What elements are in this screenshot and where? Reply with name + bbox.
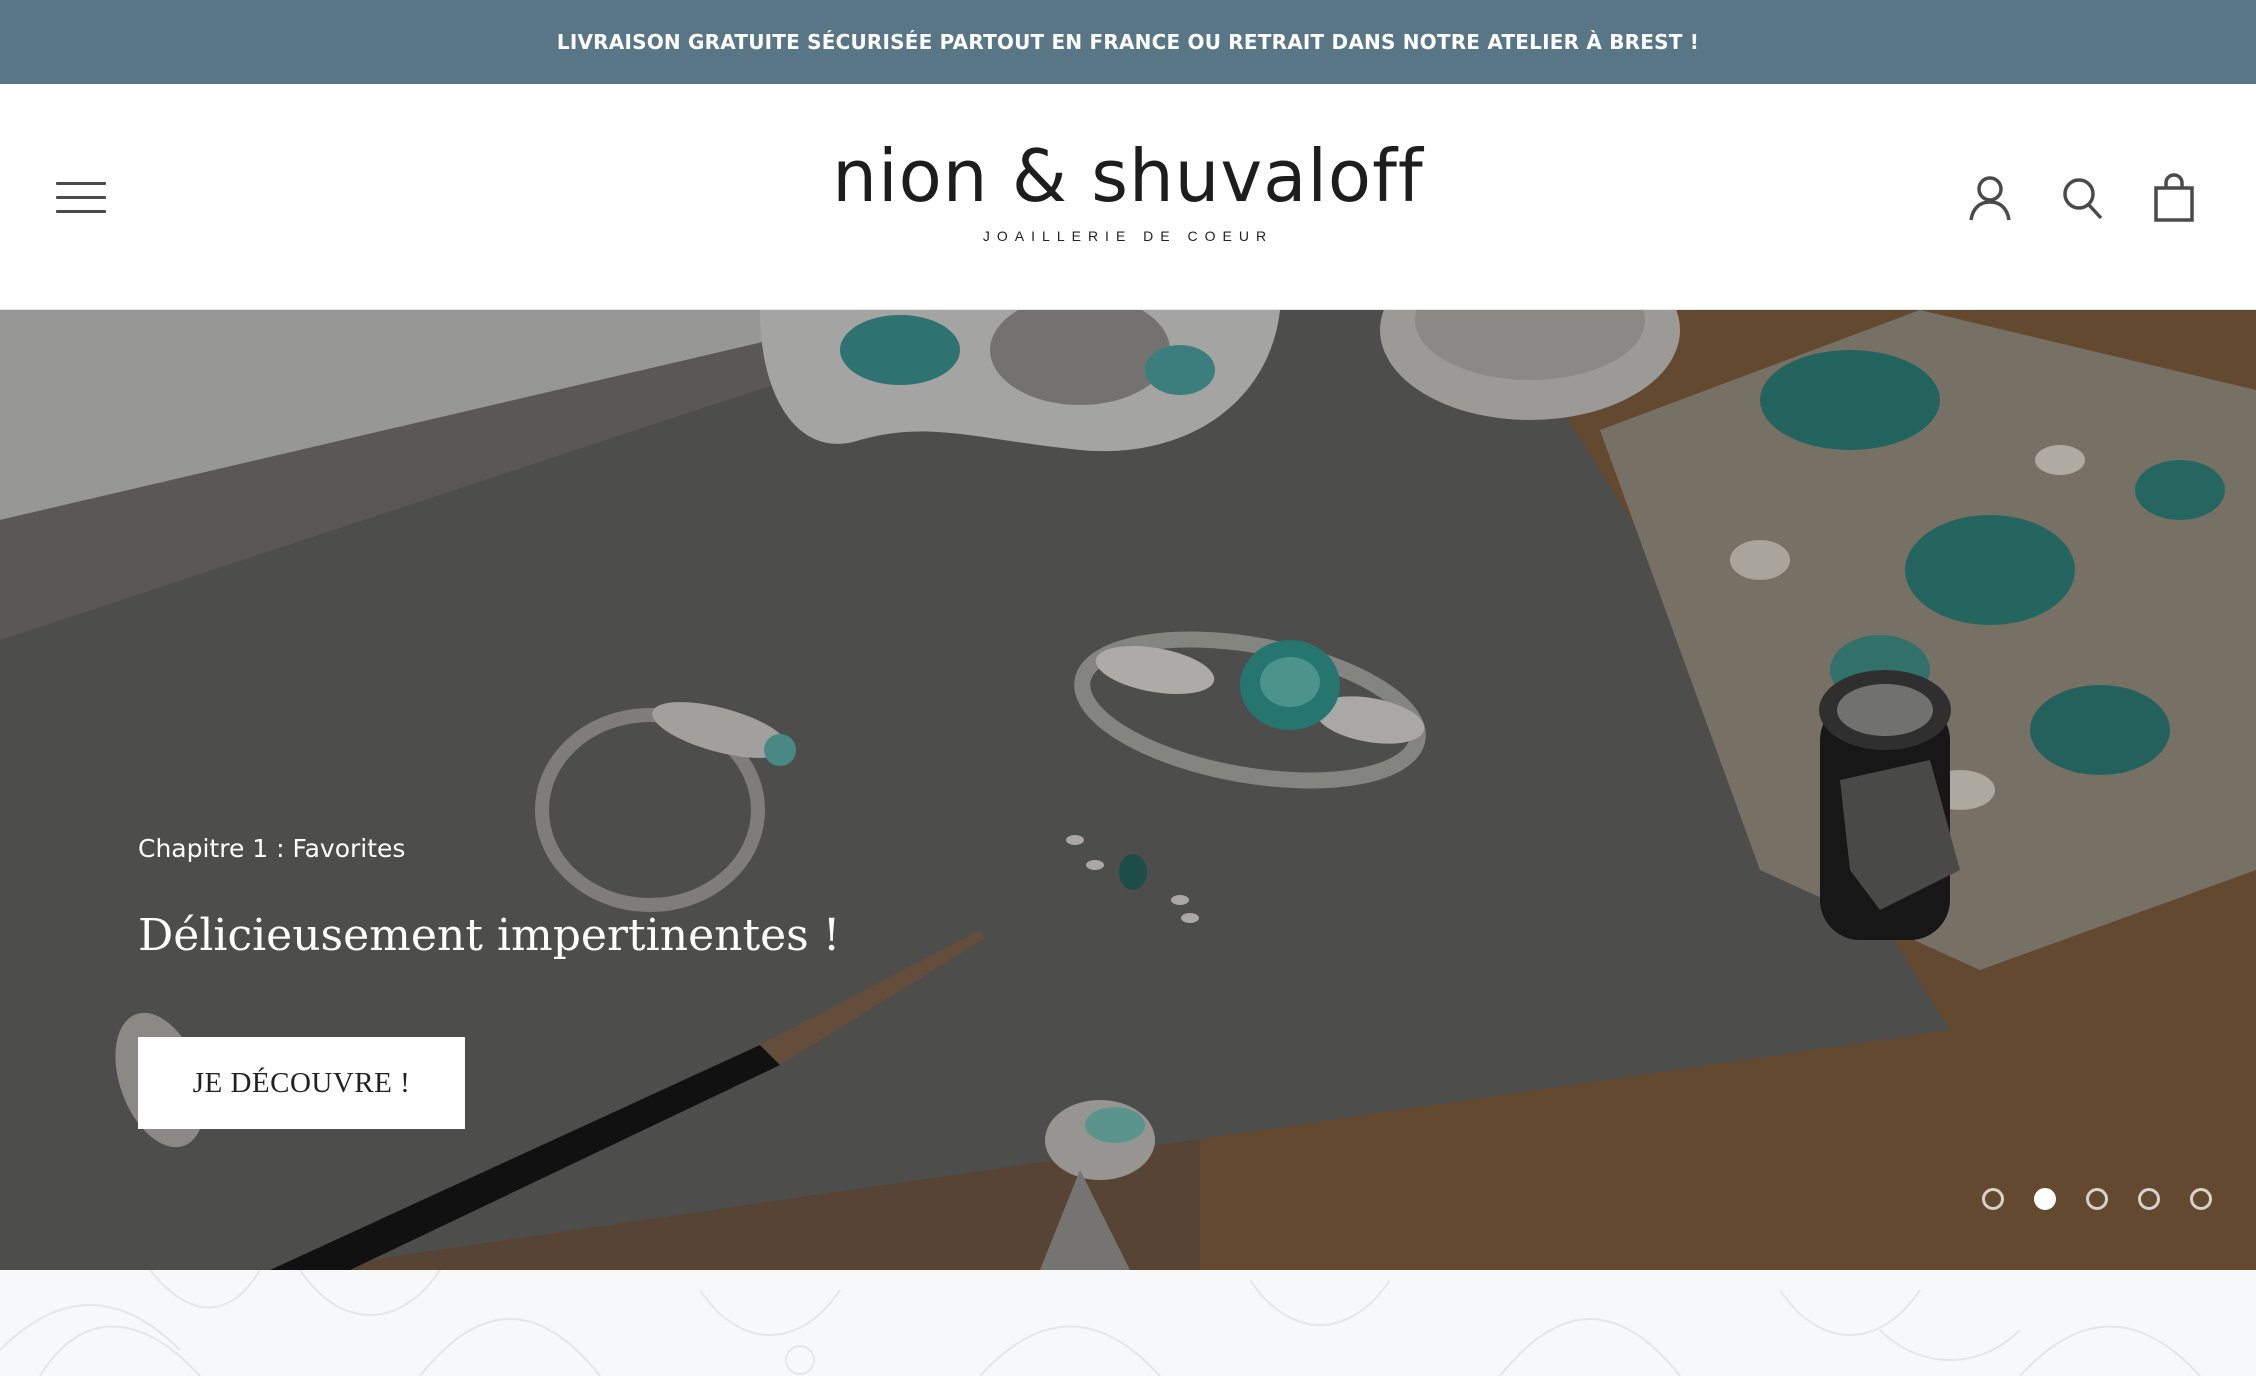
cart-button[interactable]	[2148, 170, 2200, 226]
slide-dot-4[interactable]	[2138, 1188, 2160, 1210]
announcement-bar: LIVRAISON GRATUITE SÉCURISÉE PARTOUT EN …	[0, 0, 2256, 84]
announcement-text: LIVRAISON GRATUITE SÉCURISÉE PARTOUT EN …	[556, 30, 1700, 54]
slideshow-pagination	[1982, 1188, 2212, 1210]
slide-dot-1[interactable]	[1982, 1188, 2004, 1210]
hero-subtitle: Chapitre 1 : Favorites	[138, 834, 406, 863]
site-logo[interactable]: nion & shuvaloff JOAILLERIE DE COEUR	[0, 140, 2256, 244]
discover-button[interactable]: JE DÉCOUVRE !	[138, 1037, 465, 1129]
logo-wordmark: nion & shuvaloff	[832, 134, 1424, 218]
hero-slideshow: Chapitre 1 : Favorites Délicieusement im…	[0, 310, 2256, 1270]
decorative-pattern-section	[0, 1270, 2256, 1376]
slide-dot-3[interactable]	[2086, 1188, 2108, 1210]
site-header: nion & shuvaloff JOAILLERIE DE COEUR	[0, 84, 2256, 310]
leaf-pattern	[0, 1270, 2201, 1376]
slide-dot-2[interactable]	[2034, 1188, 2056, 1210]
header-actions	[1964, 170, 2200, 226]
slide-dot-5[interactable]	[2190, 1188, 2212, 1210]
account-button[interactable]	[1964, 170, 2016, 226]
search-button[interactable]	[2056, 170, 2108, 226]
search-icon	[2063, 178, 2103, 220]
hero-title: Délicieusement impertinentes !	[138, 910, 841, 961]
logo-tagline: JOAILLERIE DE COEUR	[982, 228, 1274, 244]
bag-icon	[2154, 173, 2194, 222]
account-icon	[1969, 176, 2011, 221]
